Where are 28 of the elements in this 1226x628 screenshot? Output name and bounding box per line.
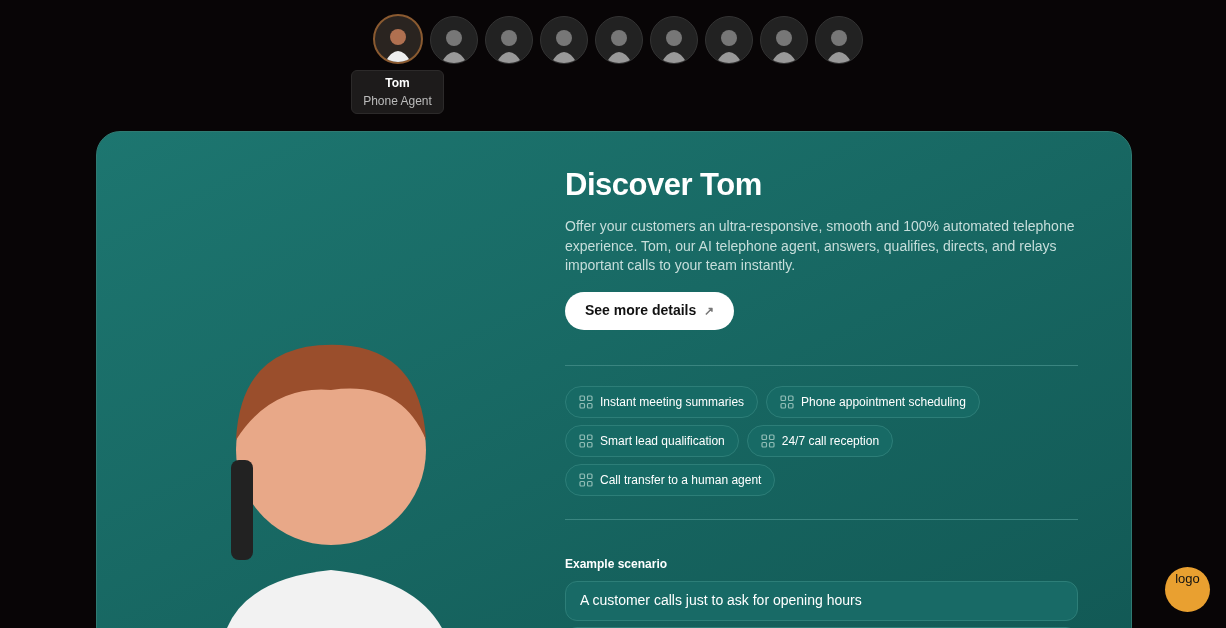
- section-label: Example scenario: [565, 555, 669, 573]
- agent-name: Tom: [385, 75, 410, 92]
- scenario-item[interactable]: A customer calls just to ask for opening hours: [565, 580, 1078, 621]
- arrow-icon: ↗: [704, 301, 715, 320]
- avatar[interactable]: [760, 16, 808, 64]
- card-title: Discover Tom: [565, 166, 763, 204]
- grid-icon: [579, 472, 593, 487]
- card-description: Offer your customers an ultra-responsive, smooth and 100% automated telephone experience. Tom, our AI telephone agent, answers, qualifies, directs, and relays important calls to your team instantly.: [565, 217, 1076, 275]
- feature-tag: 24/7 call reception: [746, 424, 894, 457]
- feature-tag: Call transfer to a human agent: [565, 463, 776, 496]
- avatar[interactable]: [540, 16, 588, 64]
- feature-tag: Phone appointment scheduling: [766, 385, 980, 418]
- avatar[interactable]: [430, 16, 478, 64]
- grid-icon: [780, 394, 795, 409]
- agent-role: Phone Agent: [363, 93, 432, 110]
- grid-icon: [760, 433, 775, 448]
- avatar[interactable]: [595, 16, 643, 64]
- grid-icon: [579, 394, 593, 409]
- see-more-button[interactable]: See more details ↗: [565, 291, 735, 330]
- avatar[interactable]: [650, 16, 698, 64]
- avatar[interactable]: [485, 16, 533, 64]
- avatar[interactable]: [815, 16, 863, 64]
- grid-icon: [579, 433, 593, 448]
- avatar[interactable]: [705, 16, 753, 64]
- feature-tag: Smart lead qualification: [565, 424, 739, 457]
- logo-button[interactable]: logo: [1165, 567, 1210, 612]
- feature-tag: Instant meeting summaries: [565, 385, 759, 418]
- avatar[interactable]: [373, 14, 423, 64]
